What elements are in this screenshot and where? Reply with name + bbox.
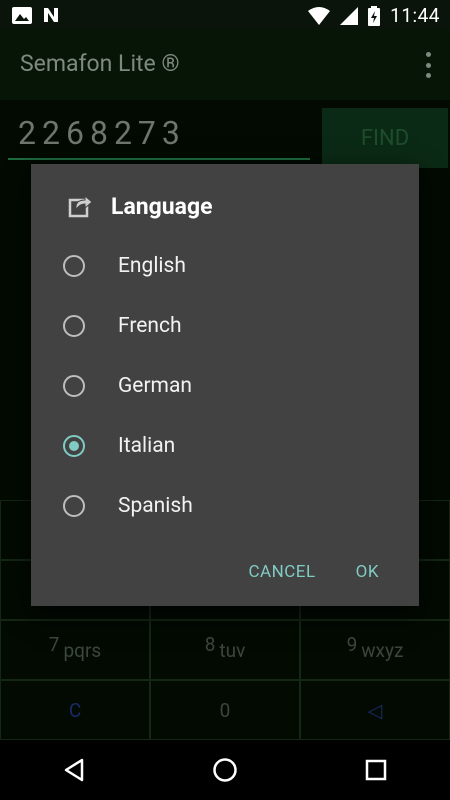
option-english[interactable]: English <box>31 236 419 296</box>
radio-french[interactable] <box>63 315 85 337</box>
option-german[interactable]: German <box>31 356 419 416</box>
key-8[interactable]: 8 tuv <box>150 620 300 680</box>
more-vert-icon[interactable] <box>424 52 432 78</box>
cancel-button[interactable]: CANCEL <box>248 562 315 582</box>
key-0-label: 0 <box>219 698 231 722</box>
signal-icon <box>340 6 359 25</box>
option-french[interactable]: French <box>31 296 419 356</box>
key-9-letters: wxyz <box>361 638 404 662</box>
option-spanish-label: Spanish <box>118 494 193 518</box>
clear-key-label: C <box>68 698 82 722</box>
key-8-letters: tuv <box>219 638 246 662</box>
status-time: 11:44 <box>390 4 440 27</box>
option-english-label: English <box>118 254 186 278</box>
back-icon[interactable] <box>63 758 85 782</box>
key-7-letters: pqrs <box>63 638 102 662</box>
ok-button[interactable]: OK <box>356 562 379 582</box>
language-options: English French German Italian Spanish <box>31 236 419 536</box>
number-display[interactable]: 2268273 <box>18 114 186 152</box>
dialog-title: Language <box>111 192 213 220</box>
option-french-label: French <box>118 314 182 338</box>
dialog-header: Language <box>67 192 213 220</box>
radio-italian[interactable] <box>63 435 85 457</box>
status-bar: 11:44 <box>0 0 450 30</box>
option-german-label: German <box>118 374 192 398</box>
notification-n-icon <box>44 8 58 22</box>
image-icon <box>12 6 32 24</box>
battery-charging-icon <box>368 5 381 26</box>
option-spanish[interactable]: Spanish <box>31 476 419 536</box>
clear-key[interactable]: C <box>0 680 150 740</box>
key-9-num: 9 <box>346 632 358 656</box>
key-8-num: 8 <box>204 632 216 656</box>
app-title: Semafon Lite ® <box>20 50 180 77</box>
input-underline <box>8 158 310 160</box>
home-icon[interactable] <box>212 757 238 783</box>
key-9[interactable]: 9 wxyz <box>300 620 450 680</box>
navigation-bar <box>0 740 450 800</box>
key-0[interactable]: 0 <box>150 680 300 740</box>
radio-english[interactable] <box>63 255 85 277</box>
key-7-num: 7 <box>48 632 60 656</box>
option-italian[interactable]: Italian <box>31 416 419 476</box>
edit-icon <box>68 194 93 218</box>
key-7[interactable]: 7 pqrs <box>0 620 150 680</box>
radio-spanish[interactable] <box>63 495 85 517</box>
option-italian-label: Italian <box>118 434 176 458</box>
backspace-key[interactable]: ◁ <box>300 680 450 740</box>
recents-icon[interactable] <box>365 759 387 781</box>
find-button[interactable]: FIND <box>322 108 448 168</box>
backspace-icon: ◁ <box>367 698 383 722</box>
dialog-actions: CANCEL OK <box>248 562 379 582</box>
wifi-icon <box>308 6 331 25</box>
language-dialog: Language English French German Italian S… <box>31 164 419 606</box>
radio-german[interactable] <box>63 375 85 397</box>
app-bar: Semafon Lite ® <box>0 30 450 100</box>
